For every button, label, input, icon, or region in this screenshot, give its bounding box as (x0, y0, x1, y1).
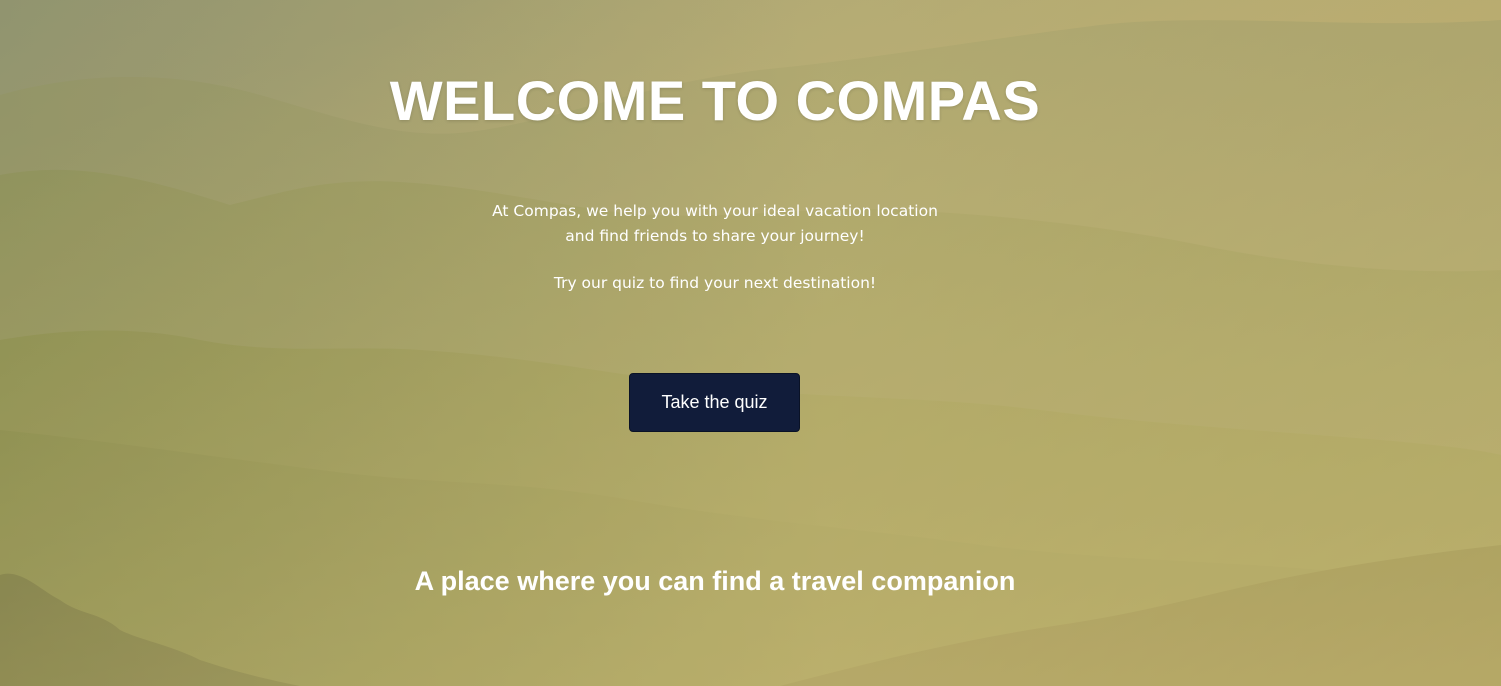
intro-line-2: and find friends to share your journey! (565, 226, 865, 245)
hero-section: WELCOME TO COMPAS At Compas, we help you… (0, 0, 1501, 686)
page-title: WELCOME TO COMPAS (389, 69, 1041, 132)
intro-line-1: At Compas, we help you with your ideal v… (492, 202, 938, 220)
take-quiz-button[interactable]: Take the quiz (629, 373, 800, 432)
tagline: A place where you can find a travel comp… (414, 566, 1016, 596)
intro-text: At Compas, we help you with your ideal v… (0, 199, 1430, 248)
quiz-cta-text: Try our quiz to find your next destinati… (553, 274, 877, 292)
